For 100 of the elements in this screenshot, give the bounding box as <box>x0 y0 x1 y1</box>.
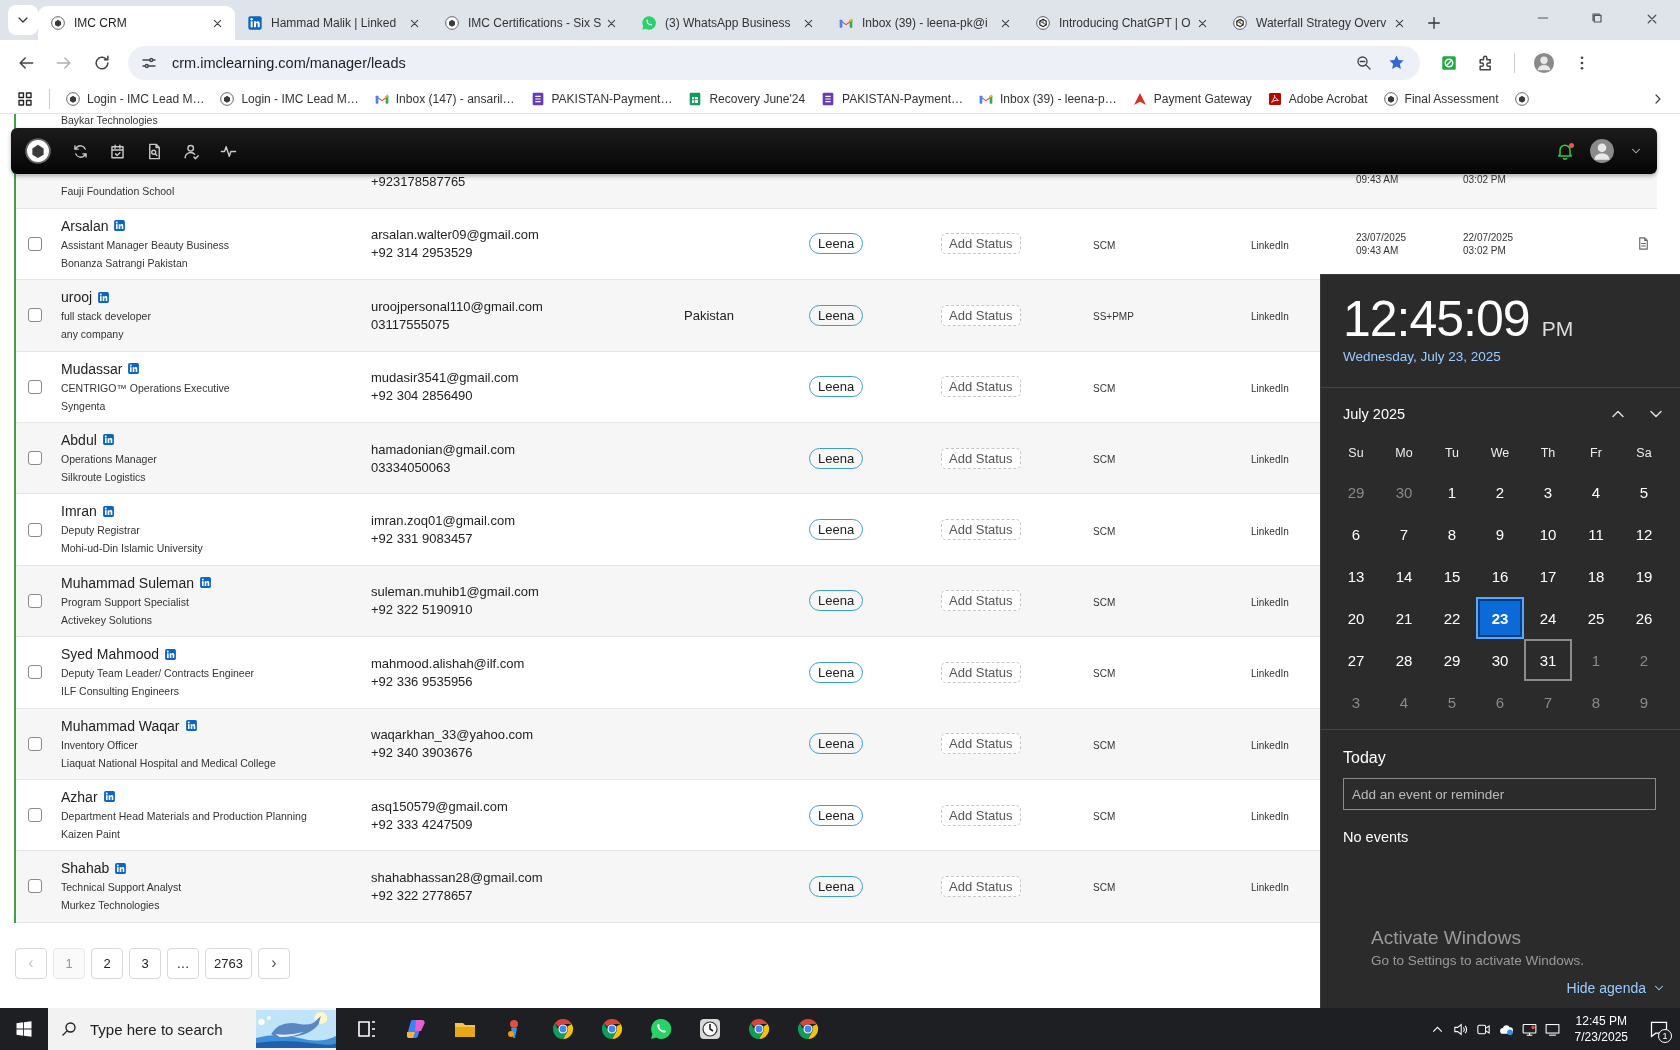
add-status-button[interactable]: Add Status <box>941 661 1021 683</box>
calendar-day[interactable]: 22 <box>1428 597 1476 639</box>
row-checkbox[interactable] <box>28 808 42 823</box>
notification-icon[interactable] <box>1649 1019 1669 1039</box>
calendar-day[interactable]: 21 <box>1380 597 1428 639</box>
start-icon[interactable] <box>14 1019 34 1039</box>
bookmark[interactable]: Adobe Acrobat <box>1266 91 1368 107</box>
network-logo-icon[interactable] <box>101 504 115 518</box>
hide-agenda-button[interactable]: Hide agenda <box>1566 980 1666 996</box>
restore-icon[interactable] <box>1589 10 1605 26</box>
add-status-button[interactable]: Add Status <box>941 304 1021 326</box>
browser-tab[interactable]: (3) WhatsApp Business <box>629 6 826 40</box>
calendar-day[interactable]: 4 <box>1572 471 1620 513</box>
network-logo-icon[interactable] <box>97 290 111 304</box>
bookmark[interactable]: Login - IMC Lead M… <box>65 91 205 107</box>
bookmark[interactable]: PAKISTAN-Payment… <box>820 91 964 107</box>
page-button[interactable]: 2763 <box>205 947 252 979</box>
document-icon[interactable] <box>1636 236 1651 252</box>
browser-tab[interactable]: Introducing ChatGPT | O <box>1023 6 1220 40</box>
calendar-day[interactable]: 3 <box>1332 681 1380 723</box>
calendar-day[interactable]: 18 <box>1572 555 1620 597</box>
taskbar-date[interactable]: 7/23/2025 <box>1574 1029 1628 1045</box>
calendar-day[interactable]: 11 <box>1572 513 1620 555</box>
calendar-day[interactable]: 7 <box>1380 513 1428 555</box>
calendar-day[interactable]: 31 <box>1524 639 1572 681</box>
month-title[interactable]: July 2025 <box>1343 406 1608 422</box>
calendar-day[interactable]: 5 <box>1620 471 1668 513</box>
address-bar[interactable]: crm.imclearning.com/manager/leads <box>128 45 1420 80</box>
network-logo-icon[interactable] <box>114 861 128 875</box>
calendar-day[interactable]: 10 <box>1524 513 1572 555</box>
bookmark[interactable]: Login - IMC Lead M… <box>219 91 359 107</box>
bookmark[interactable]: Inbox (39) - leena-p… <box>978 91 1117 107</box>
calendar-day[interactable]: 12 <box>1620 513 1668 555</box>
browser-tab[interactable]: IMC CRM <box>38 6 235 40</box>
network-logo-icon[interactable] <box>113 219 127 233</box>
bookmark[interactable]: Final Assessment <box>1382 91 1499 107</box>
add-status-button[interactable]: Add Status <box>941 447 1021 469</box>
row-checkbox[interactable] <box>28 736 42 751</box>
browser-icon[interactable] <box>746 1017 771 1041</box>
row-checkbox[interactable] <box>28 665 42 680</box>
emblem-icon[interactable] <box>23 136 53 166</box>
full-date[interactable]: Wednesday, July 23, 2025 <box>1343 347 1680 367</box>
network-logo-icon[interactable] <box>102 790 116 804</box>
bookmark[interactable]: Recovery June'24 <box>687 91 806 107</box>
chat-bubble-icon[interactable] <box>648 1017 673 1041</box>
row-checkbox[interactable] <box>28 593 42 608</box>
add-status-button[interactable]: Add Status <box>941 733 1021 755</box>
add-status-button[interactable]: Add Status <box>941 519 1021 541</box>
row-checkbox[interactable] <box>28 308 42 323</box>
browser-icon[interactable] <box>795 1017 820 1041</box>
row-checkbox[interactable] <box>28 451 42 466</box>
bookmark[interactable]: Payment Gateway <box>1131 91 1252 107</box>
calendar-day[interactable]: 23 <box>1476 597 1524 639</box>
extension-badge-icon[interactable] <box>1440 53 1458 72</box>
apps-icon[interactable] <box>16 90 34 108</box>
emblem-icon[interactable] <box>1513 91 1530 107</box>
calendar-day[interactable]: 27 <box>1332 639 1380 681</box>
bookmark[interactable]: PAKISTAN-Payment… <box>529 91 673 107</box>
page-button[interactable]: 3 <box>129 947 161 979</box>
browser-tab[interactable]: Waterfall Strategy Overv <box>1220 6 1417 40</box>
calendar-day[interactable]: 29 <box>1428 639 1476 681</box>
row-checkbox[interactable] <box>28 522 42 537</box>
add-status-button[interactable]: Add Status <box>941 804 1021 826</box>
network-logo-icon[interactable] <box>101 433 115 447</box>
calendar-day[interactable]: 17 <box>1524 555 1572 597</box>
calendar-day[interactable]: 20 <box>1332 597 1380 639</box>
calendar-day[interactable]: 1 <box>1428 471 1476 513</box>
clock-icon[interactable] <box>697 1017 722 1041</box>
calendar-day[interactable]: 6 <box>1332 513 1380 555</box>
new-tab-icon[interactable] <box>1425 14 1443 32</box>
network-logo-icon[interactable] <box>199 576 213 590</box>
taskbar-search-box[interactable]: Type here to search <box>48 1008 336 1050</box>
browser-tab[interactable]: Inbox (39) - leena-pk@i <box>826 6 1023 40</box>
calendar-day[interactable]: 2 <box>1620 639 1668 681</box>
calendar-day[interactable]: 1 <box>1572 639 1620 681</box>
calendar-day[interactable]: 30 <box>1476 639 1524 681</box>
calendar-day[interactable]: 9 <box>1620 681 1668 723</box>
calendar-day[interactable]: 9 <box>1476 513 1524 555</box>
calendar-day[interactable]: 7 <box>1524 681 1572 723</box>
row-checkbox[interactable] <box>28 879 42 894</box>
bookmark[interactable]: Inbox (147) - ansaril… <box>373 91 515 107</box>
speaker-icon[interactable] <box>1451 1020 1469 1038</box>
browser-tab[interactable]: Hammad Malik | Linked <box>235 6 432 40</box>
taskbar-time[interactable]: 12:45 PM <box>1575 1013 1627 1029</box>
next-page-button[interactable]: › <box>257 947 290 979</box>
calendar-day[interactable]: 2 <box>1476 471 1524 513</box>
avatar-icon[interactable] <box>1589 138 1615 164</box>
star-icon[interactable] <box>1387 53 1406 72</box>
network-logo-icon[interactable] <box>184 719 198 732</box>
calendar-day[interactable]: 29 <box>1332 471 1380 513</box>
network-logo-icon[interactable] <box>164 647 178 661</box>
page-button[interactable]: … <box>167 947 199 979</box>
browser-tab[interactable]: IMC Certifications - Six S <box>432 6 629 40</box>
calendar-day[interactable]: 19 <box>1620 555 1668 597</box>
row-checkbox[interactable] <box>28 379 42 394</box>
calendar-day[interactable]: 8 <box>1572 681 1620 723</box>
calendar-day[interactable]: 24 <box>1524 597 1572 639</box>
page-button[interactable]: 2 <box>91 947 123 979</box>
calendar-day[interactable]: 8 <box>1428 513 1476 555</box>
calendar-day[interactable]: 25 <box>1572 597 1620 639</box>
